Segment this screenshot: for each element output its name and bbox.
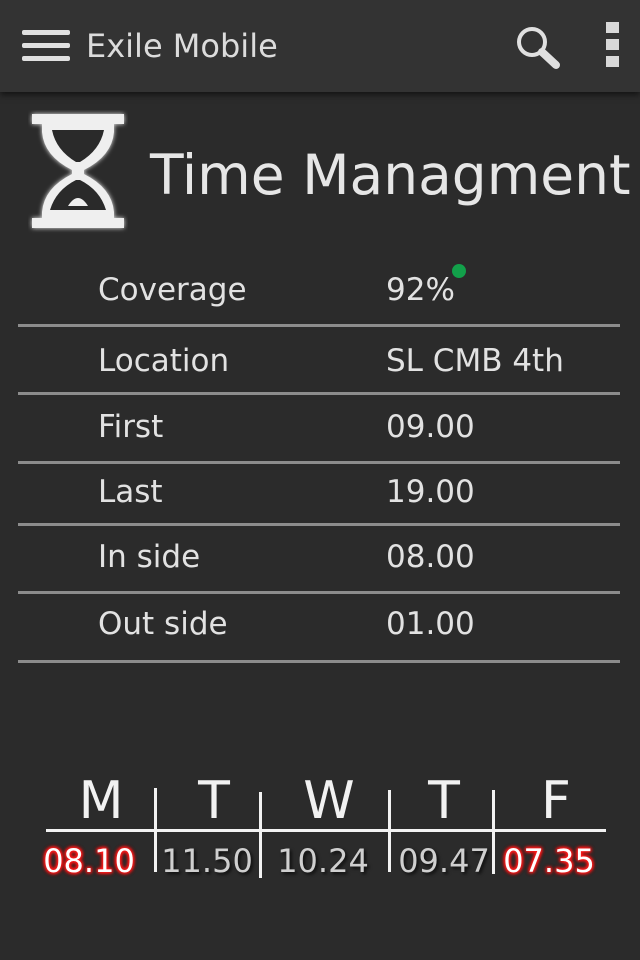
time-monday: 08.10 (43, 842, 135, 880)
time-friday: 07.35 (503, 842, 595, 880)
time-tuesday: 11.50 (161, 842, 253, 880)
app-title: Exile Mobile (86, 27, 278, 65)
app-bar: Exile Mobile (0, 0, 640, 92)
first-label: First (98, 409, 164, 445)
last-label: Last (98, 474, 163, 510)
location-row: Location SL CMB 4th (18, 327, 620, 395)
out-side-row: Out side 01.00 (18, 594, 620, 663)
last-value: 19.00 (386, 474, 475, 510)
in-side-label: In side (98, 539, 201, 575)
in-side-value: 08.00 (386, 539, 475, 575)
coverage-label: Coverage (98, 272, 247, 308)
search-icon[interactable] (512, 24, 564, 70)
location-label: Location (98, 343, 230, 379)
hourglass-icon (28, 110, 128, 236)
day-monday: M (78, 771, 124, 831)
coverage-row: Coverage 92% (18, 258, 620, 327)
time-thursday: 09.47 (398, 842, 490, 880)
day-tuesday: T (198, 771, 230, 831)
time-wednesday: 10.24 (277, 842, 369, 880)
overflow-menu-icon[interactable] (606, 22, 622, 72)
hamburger-menu-icon[interactable] (22, 28, 70, 64)
out-side-label: Out side (98, 606, 228, 642)
weekday-header: M T W T F (46, 768, 606, 834)
first-row: First 09.00 (18, 395, 620, 464)
week-divider-line (46, 829, 606, 832)
first-value: 09.00 (386, 409, 475, 445)
in-side-row: In side 08.00 (18, 526, 620, 594)
time-info-table: Coverage 92% Location SL CMB 4th First 0… (18, 258, 620, 663)
day-friday: F (541, 771, 571, 831)
coverage-status-dot (452, 264, 466, 278)
out-side-value: 01.00 (386, 606, 475, 642)
page-title: Time Managment (150, 143, 631, 207)
location-value: SL CMB 4th (386, 343, 564, 379)
weekly-summary: M T W T F 08.10 11.50 10.24 09.47 07.35 (43, 760, 606, 884)
day-wednesday: W (303, 771, 355, 831)
coverage-value: 92% (386, 272, 455, 308)
day-thursday: T (428, 771, 460, 831)
last-row: Last 19.00 (18, 464, 620, 526)
